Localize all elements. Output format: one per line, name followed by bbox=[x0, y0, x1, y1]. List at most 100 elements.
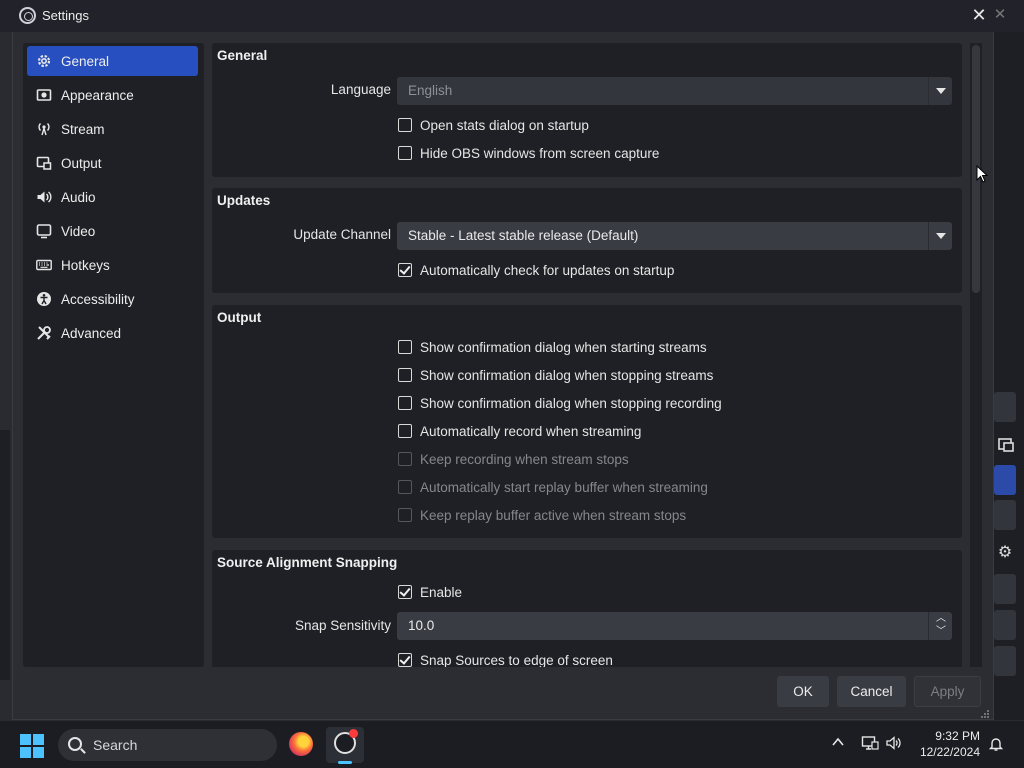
clock-time: 9:32 PM bbox=[935, 729, 980, 743]
sidebar-item-label: Accessibility bbox=[61, 291, 135, 307]
speaker-icon bbox=[35, 188, 53, 206]
sidebar-item-video[interactable]: Video bbox=[27, 216, 198, 246]
search-icon bbox=[68, 737, 82, 751]
sidebar-item-label: Advanced bbox=[61, 325, 122, 341]
broadcast-icon bbox=[35, 120, 53, 138]
general-group: General Language English Open stats dial… bbox=[212, 43, 962, 177]
search-placeholder: Search bbox=[93, 737, 138, 753]
sidebar-item-output[interactable]: Output bbox=[27, 148, 198, 178]
background-dock-button bbox=[994, 610, 1016, 640]
tools-icon bbox=[35, 324, 53, 342]
group-title: Output bbox=[217, 310, 262, 325]
sidebar-item-advanced[interactable]: Advanced bbox=[27, 318, 198, 348]
auto-replay-buffer-checkbox: Automatically start replay buffer when s… bbox=[398, 477, 708, 497]
confirm-stop-recording-checkbox[interactable]: Show confirmation dialog when stopping r… bbox=[398, 393, 722, 413]
window-title: Settings bbox=[42, 8, 89, 23]
checkbox-box bbox=[398, 653, 412, 667]
group-title: General bbox=[217, 48, 268, 63]
language-value: English bbox=[408, 83, 453, 98]
checkbox-box bbox=[398, 424, 412, 438]
confirm-stop-stream-checkbox[interactable]: Show confirmation dialog when stopping s… bbox=[398, 365, 713, 385]
update-channel-select[interactable]: Stable - Latest stable release (Default) bbox=[397, 222, 952, 250]
background-dock-active bbox=[994, 465, 1016, 495]
settings-content: General Language English Open stats dial… bbox=[212, 43, 962, 667]
firefox-icon bbox=[289, 732, 313, 756]
checkbox-box bbox=[398, 146, 412, 160]
checkbox-label: Hide OBS windows from screen capture bbox=[420, 145, 660, 161]
auto-check-updates-checkbox[interactable]: Automatically check for updates on start… bbox=[398, 260, 674, 280]
active-app-indicator bbox=[338, 761, 352, 764]
sidebar-item-appearance[interactable]: Appearance bbox=[27, 80, 198, 110]
sidebar-item-accessibility[interactable]: Accessibility bbox=[27, 284, 198, 314]
snap-sensitivity-value: 10.0 bbox=[408, 618, 435, 633]
settings-sidebar: General Appearance Stream Output Audio V… bbox=[23, 43, 204, 667]
confirm-start-stream-checkbox[interactable]: Show confirmation dialog when starting s… bbox=[398, 337, 707, 357]
sidebar-item-hotkeys[interactable]: Hotkeys bbox=[27, 250, 198, 280]
group-title: Source Alignment Snapping bbox=[217, 555, 398, 570]
background-dock-button bbox=[994, 500, 1016, 530]
background-dock-button bbox=[994, 574, 1016, 604]
sidebar-item-audio[interactable]: Audio bbox=[27, 182, 198, 212]
snapping-group: Source Alignment Snapping Enable Snap Se… bbox=[212, 550, 962, 667]
mouse-cursor-icon bbox=[976, 165, 988, 183]
network-icon[interactable] bbox=[861, 735, 879, 754]
chevron-down-icon[interactable]: ﹀ bbox=[935, 626, 947, 638]
chevron-down-icon bbox=[928, 77, 952, 105]
checkbox-label: Show confirmation dialog when starting s… bbox=[420, 339, 707, 355]
taskbar: Search 9:32 PM 12/22/2024 bbox=[0, 720, 1024, 768]
sidebar-item-label: Appearance bbox=[61, 87, 134, 103]
clock-date: 12/22/2024 bbox=[919, 745, 980, 759]
checkbox-label: Keep replay buffer active when stream st… bbox=[420, 507, 687, 523]
chevron-up-icon[interactable] bbox=[831, 735, 845, 752]
checkbox-box bbox=[398, 340, 412, 354]
appearance-icon bbox=[35, 86, 53, 104]
hide-obs-checkbox[interactable]: Hide OBS windows from screen capture bbox=[398, 143, 659, 163]
apply-button[interactable]: Apply bbox=[914, 676, 981, 707]
sidebar-item-stream[interactable]: Stream bbox=[27, 114, 198, 144]
checkbox-label: Show confirmation dialog when stopping r… bbox=[420, 395, 722, 411]
taskbar-search[interactable]: Search bbox=[58, 729, 277, 761]
cancel-button[interactable]: Cancel bbox=[837, 676, 906, 707]
chevron-up-icon[interactable]: ︿ bbox=[935, 613, 947, 625]
title-bar: Settings ✕ ✕ bbox=[0, 0, 1024, 32]
monitor-icon bbox=[35, 222, 53, 240]
snap-edge-checkbox[interactable]: Snap Sources to edge of screen bbox=[398, 650, 613, 667]
resize-grip-icon[interactable] bbox=[980, 709, 990, 719]
taskbar-clock[interactable]: 9:32 PM 12/22/2024 bbox=[910, 728, 980, 760]
accessibility-icon bbox=[35, 290, 53, 308]
checkbox-label: Snap Sources to edge of screen bbox=[420, 652, 613, 668]
background-close-icon: ✕ bbox=[993, 6, 1007, 23]
checkbox-label: Automatically record when streaming bbox=[420, 423, 642, 439]
update-channel-label: Update Channel bbox=[293, 227, 391, 242]
close-icon[interactable]: ✕ bbox=[968, 4, 990, 26]
snapping-enable-checkbox[interactable]: Enable bbox=[398, 582, 462, 602]
sidebar-item-label: Output bbox=[61, 155, 102, 171]
checkbox-box bbox=[398, 585, 412, 599]
vertical-scrollbar[interactable] bbox=[970, 43, 982, 667]
output-group: Output Show confirmation dialog when sta… bbox=[212, 305, 962, 538]
language-select[interactable]: English bbox=[397, 77, 952, 105]
gear-icon bbox=[35, 52, 53, 70]
keyboard-icon bbox=[35, 256, 53, 274]
volume-icon[interactable] bbox=[885, 735, 903, 754]
sidebar-item-general[interactable]: General bbox=[27, 46, 198, 76]
checkbox-label: Enable bbox=[420, 584, 463, 600]
sidebar-item-label: Stream bbox=[61, 121, 105, 137]
background-dock-button bbox=[994, 646, 1016, 676]
sidebar-item-label: Hotkeys bbox=[61, 257, 110, 273]
checkbox-box bbox=[398, 508, 412, 522]
checkbox-box bbox=[398, 368, 412, 382]
keep-recording-checkbox: Keep recording when stream stops bbox=[398, 449, 629, 469]
windows-start-icon[interactable] bbox=[20, 734, 44, 758]
checkbox-label: Show confirmation dialog when stopping s… bbox=[420, 367, 714, 383]
checkbox-box bbox=[398, 396, 412, 410]
auto-record-checkbox[interactable]: Automatically record when streaming bbox=[398, 421, 641, 441]
open-stats-checkbox[interactable]: Open stats dialog on startup bbox=[398, 115, 589, 135]
updates-group: Updates Update Channel Stable - Latest s… bbox=[212, 188, 962, 293]
notification-bell-icon[interactable] bbox=[988, 736, 1004, 752]
chevron-down-icon bbox=[928, 222, 952, 250]
checkbox-box bbox=[398, 452, 412, 466]
ok-button[interactable]: OK bbox=[777, 676, 829, 707]
update-channel-value: Stable - Latest stable release (Default) bbox=[408, 228, 639, 243]
snap-sensitivity-input[interactable]: 10.0 ︿ ﹀ bbox=[397, 612, 952, 640]
